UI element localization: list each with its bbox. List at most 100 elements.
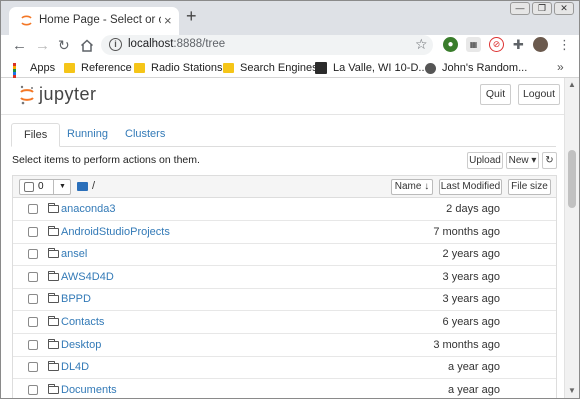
jupyter-page: jupyter Quit Logout Files Running Cluste… bbox=[1, 78, 564, 398]
url-text[interactable]: localhost:8888/tree bbox=[128, 38, 225, 50]
scrollbar-thumb[interactable] bbox=[568, 150, 576, 208]
folder-name-link[interactable]: BPPD bbox=[61, 293, 91, 305]
table-row[interactable]: Documents a year ago bbox=[13, 379, 556, 398]
folder-icon bbox=[48, 338, 59, 349]
close-tab-icon[interactable]: × bbox=[164, 13, 172, 28]
reload-icon[interactable]: ↻ bbox=[58, 38, 70, 53]
folder-icon bbox=[48, 225, 59, 236]
tab-clusters[interactable]: Clusters bbox=[113, 123, 177, 147]
folder-icon bbox=[48, 316, 59, 326]
close-window-button[interactable]: ✕ bbox=[554, 2, 574, 15]
table-row[interactable]: AndroidStudioProjects 7 months ago bbox=[13, 221, 556, 244]
folder-name-link[interactable]: Documents bbox=[61, 384, 117, 396]
folder-name-link[interactable]: Desktop bbox=[61, 339, 101, 351]
profile-avatar-icon[interactable] bbox=[533, 37, 548, 52]
bookmark-johns-random[interactable]: John's Random... bbox=[425, 61, 527, 75]
table-row[interactable]: AWS4D4D 3 years ago bbox=[13, 266, 556, 289]
maximize-button[interactable]: ❐ bbox=[532, 2, 552, 15]
extension-qr-icon[interactable]: ▦ bbox=[466, 37, 481, 52]
folder-name-link[interactable]: Contacts bbox=[61, 316, 104, 328]
file-list-header: 0 ▼ / Name ↓ Last Modified File size bbox=[13, 176, 556, 198]
row-checkbox[interactable] bbox=[28, 249, 38, 260]
more-bookmarks-icon[interactable]: » bbox=[557, 60, 564, 74]
extensions-puzzle-icon[interactable]: ✚ bbox=[511, 37, 526, 52]
selected-count: 0 bbox=[38, 181, 44, 192]
bookmark-la-valle[interactable]: La Valle, WI 10-D... bbox=[315, 61, 428, 75]
last-modified-text: 3 years ago bbox=[442, 270, 500, 283]
scroll-down-icon[interactable]: ▼ bbox=[568, 386, 576, 395]
row-checkbox[interactable] bbox=[28, 204, 38, 214]
table-row[interactable]: BPPD 3 years ago bbox=[13, 288, 556, 312]
folder-name-link[interactable]: AndroidStudioProjects bbox=[61, 226, 170, 238]
refresh-button[interactable]: ↻ bbox=[542, 152, 557, 169]
header-divider bbox=[1, 114, 564, 115]
minimize-button[interactable]: — bbox=[510, 2, 530, 15]
browser-window: Home Page - Select or create × + — ❐ ✕ ←… bbox=[0, 0, 580, 399]
bookmark-search-engines[interactable]: Search Engines bbox=[223, 61, 318, 75]
home-icon[interactable] bbox=[80, 39, 94, 52]
last-modified-text: 2 years ago bbox=[442, 248, 500, 261]
jupyter-logo-text: jupyter bbox=[39, 84, 97, 104]
tab-files[interactable]: Files bbox=[11, 123, 61, 147]
menu-kebab-icon[interactable]: ⋮ bbox=[557, 37, 572, 52]
row-checkbox[interactable] bbox=[28, 226, 38, 237]
weather-icon bbox=[315, 62, 327, 74]
tab-title: Home Page - Select or create bbox=[39, 14, 161, 26]
row-checkbox[interactable] bbox=[28, 294, 38, 305]
scroll-up-icon[interactable]: ▲ bbox=[568, 80, 576, 89]
bookmark-reference[interactable]: Reference bbox=[64, 61, 132, 75]
table-row[interactable]: Contacts 6 years ago bbox=[13, 311, 556, 334]
browser-tab[interactable]: Home Page - Select or create × bbox=[9, 7, 179, 35]
address-bar[interactable]: i localhost:8888/tree ☆ bbox=[101, 35, 433, 55]
bookmark-apps[interactable]: Apps bbox=[13, 61, 55, 90]
new-dropdown-button[interactable]: New ▾ bbox=[506, 152, 539, 169]
table-row[interactable]: Desktop 3 months ago bbox=[13, 334, 556, 357]
row-checkbox[interactable] bbox=[28, 362, 38, 373]
folder-name-link[interactable]: ansel bbox=[61, 248, 87, 260]
globe-icon bbox=[425, 62, 436, 74]
folder-name-link[interactable]: AWS4D4D bbox=[61, 271, 114, 283]
row-checkbox[interactable] bbox=[28, 271, 38, 282]
extension-globe-icon[interactable]: ● bbox=[443, 37, 458, 52]
folder-icon bbox=[48, 293, 59, 304]
bookmarks-bar: Apps Reference Radio Stations Search Eng… bbox=[1, 57, 579, 90]
last-modified-text: a year ago bbox=[448, 361, 500, 374]
row-checkbox[interactable] bbox=[28, 317, 38, 327]
jupyter-favicon-icon bbox=[21, 15, 32, 26]
last-modified-text: 7 months ago bbox=[433, 225, 500, 238]
logout-button[interactable]: Logout bbox=[518, 84, 560, 105]
folder-icon bbox=[48, 270, 59, 281]
folder-name-link[interactable]: DL4D bbox=[61, 361, 89, 373]
table-row[interactable]: DL4D a year ago bbox=[13, 356, 556, 380]
forward-icon[interactable]: → bbox=[35, 38, 50, 53]
table-row[interactable]: ansel 2 years ago bbox=[13, 243, 556, 267]
notebook-tabs: Files Running Clusters bbox=[11, 123, 556, 147]
table-row[interactable]: anaconda3 2 days ago bbox=[13, 198, 556, 221]
quit-button[interactable]: Quit bbox=[480, 84, 511, 105]
select-dropdown-icon[interactable]: ▼ bbox=[53, 180, 71, 194]
last-modified-text: 6 years ago bbox=[442, 316, 500, 328]
page-scrollbar[interactable]: ▲ ▼ bbox=[564, 78, 579, 398]
select-all-group[interactable]: 0 ▼ bbox=[19, 179, 71, 195]
back-icon[interactable]: ← bbox=[12, 38, 27, 53]
select-all-checkbox[interactable] bbox=[24, 182, 34, 192]
upload-button[interactable]: Upload bbox=[467, 152, 503, 169]
folder-name-link[interactable]: anaconda3 bbox=[61, 203, 115, 215]
last-modified-text: 2 days ago bbox=[446, 203, 500, 215]
sort-file-size-button[interactable]: File size bbox=[508, 179, 551, 195]
tab-running[interactable]: Running bbox=[55, 123, 120, 147]
site-info-icon[interactable]: i bbox=[109, 38, 122, 51]
bookmark-star-icon[interactable]: ☆ bbox=[415, 36, 428, 53]
folder-icon bbox=[48, 248, 59, 259]
extension-block-icon[interactable]: ⊘ bbox=[489, 37, 504, 52]
breadcrumb[interactable]: / bbox=[77, 180, 95, 192]
new-tab-button[interactable]: + bbox=[186, 7, 197, 25]
row-checkbox[interactable] bbox=[28, 339, 38, 350]
browser-toolbar: ← → ↻ i localhost:8888/tree ☆ ● ▦ ⊘ ✚ ⋮ bbox=[1, 35, 579, 57]
row-checkbox[interactable] bbox=[28, 384, 38, 395]
last-modified-text: a year ago bbox=[448, 383, 500, 396]
bookmark-radio-stations[interactable]: Radio Stations bbox=[134, 61, 223, 75]
jupyter-logo[interactable]: jupyter bbox=[19, 84, 99, 108]
sort-last-modified-button[interactable]: Last Modified bbox=[439, 179, 502, 195]
sort-name-button[interactable]: Name ↓ bbox=[391, 179, 433, 195]
